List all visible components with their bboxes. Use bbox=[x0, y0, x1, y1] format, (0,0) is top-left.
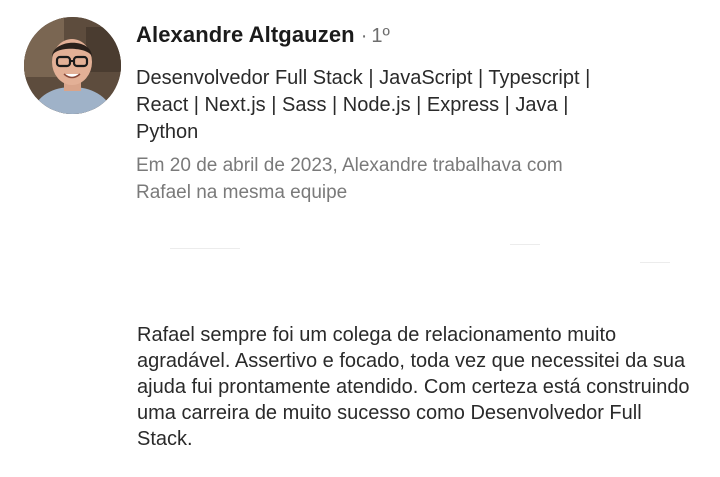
relationship-context: Em 20 de abril de 2023, Alexandre trabal… bbox=[136, 155, 563, 203]
divider bbox=[640, 262, 670, 263]
avatar[interactable] bbox=[24, 17, 121, 114]
connection-degree: · 1º bbox=[361, 25, 390, 48]
profile-name[interactable]: Alexandre Altgauzen bbox=[136, 22, 355, 48]
recommendation-card: Alexandre Altgauzen · 1º Desenvolvedor Fu… bbox=[0, 0, 720, 477]
profile-photo-icon bbox=[24, 17, 121, 114]
divider bbox=[170, 248, 240, 249]
name-row: Alexandre Altgauzen · 1º bbox=[136, 22, 696, 48]
profile-headline: Desenvolvedor Full Stack | JavaScript | … bbox=[136, 67, 591, 143]
recommendation-text: Rafael sempre foi um colega de relaciona… bbox=[137, 324, 690, 450]
degree-separator: · bbox=[360, 25, 368, 47]
profile-header: Alexandre Altgauzen · 1º Desenvolvedor Fu… bbox=[136, 22, 696, 206]
degree-value: 1º bbox=[371, 25, 390, 47]
divider bbox=[510, 244, 540, 245]
